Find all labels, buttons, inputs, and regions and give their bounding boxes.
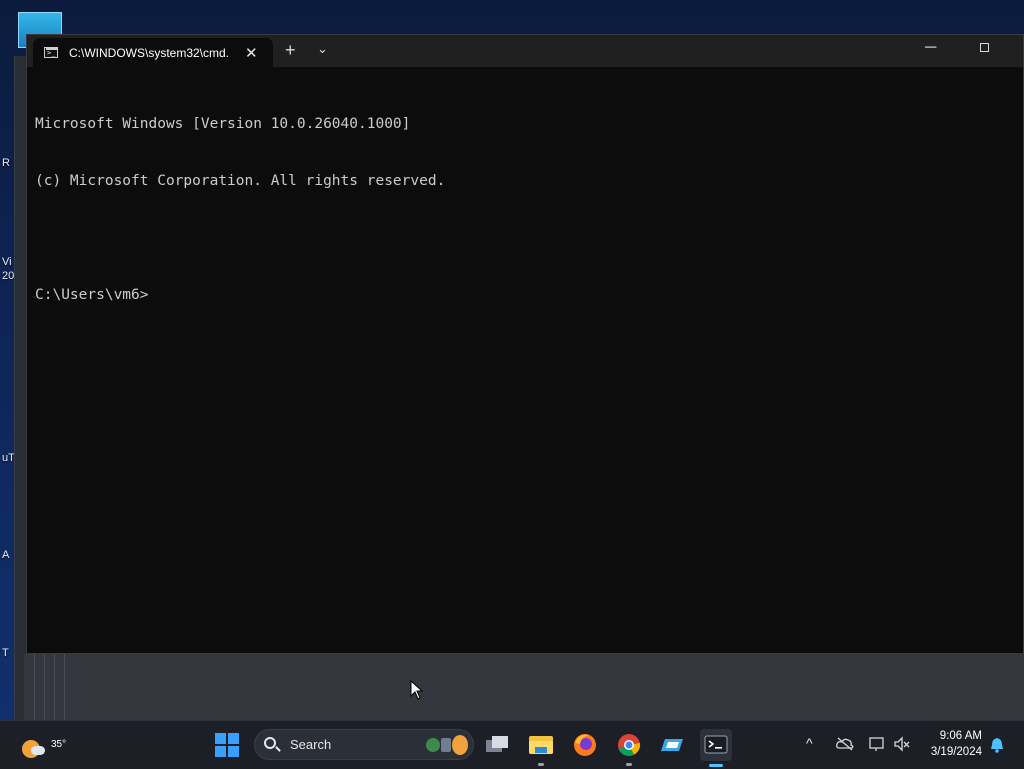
- windows-logo-icon: [215, 733, 226, 744]
- desktop-icon-label[interactable]: A: [2, 549, 9, 561]
- network-icon[interactable]: [868, 736, 886, 752]
- maximize-button[interactable]: [980, 43, 989, 52]
- clock[interactable]: 9:06 AM 3/19/2024: [920, 728, 982, 760]
- desktop-icon-label[interactable]: T: [2, 647, 9, 659]
- divider: [54, 654, 55, 720]
- terminal-window[interactable]: >_ C:\WINDOWS\system32\cmd. ✕ + ⌄ ─ Micr…: [26, 34, 1024, 654]
- start-button[interactable]: [215, 733, 239, 757]
- show-hidden-icons-chevron[interactable]: ^: [806, 735, 813, 751]
- command-prompt[interactable]: C:\Users\vm6>: [35, 286, 1015, 305]
- terminal-icon: [704, 735, 728, 754]
- cloud-icon: [31, 746, 45, 755]
- title-bar[interactable]: >_ C:\WINDOWS\system32\cmd. ✕ + ⌄ ─: [27, 35, 1023, 67]
- divider: [34, 654, 35, 720]
- notification-bell-icon[interactable]: [989, 737, 1005, 753]
- windows-logo-tile: [215, 746, 226, 757]
- console-output[interactable]: Microsoft Windows [Version 10.0.26040.10…: [35, 77, 1015, 647]
- running-indicator: [626, 763, 632, 766]
- file-explorer-button[interactable]: [525, 729, 557, 766]
- task-view-icon: [486, 736, 508, 752]
- running-indicator: [538, 763, 544, 766]
- active-indicator: [709, 764, 723, 767]
- desktop-icon-label[interactable]: 20: [2, 270, 14, 282]
- weather-temperature: 35°: [51, 739, 67, 750]
- console-line: Microsoft Windows [Version 10.0.26040.10…: [35, 116, 411, 132]
- mouse-cursor-icon: [410, 680, 424, 700]
- taskbar: 35° Search ^ 9:06 AM 3/19/2024: [0, 720, 1024, 769]
- weather-widget[interactable]: 35°: [20, 731, 66, 758]
- chevron-down-icon[interactable]: ⌄: [317, 41, 328, 57]
- firefox-button[interactable]: [569, 729, 601, 761]
- firefox-icon: [574, 734, 596, 756]
- tab-title: C:\WINDOWS\system32\cmd.: [69, 45, 230, 60]
- cmd-icon: >_: [44, 47, 58, 58]
- search-input[interactable]: Search: [254, 729, 474, 760]
- volume-muted-icon[interactable]: [893, 736, 911, 752]
- chrome-icon: [618, 734, 641, 756]
- search-icon: [264, 737, 276, 749]
- chrome-button[interactable]: [613, 729, 645, 766]
- clock-time: 9:06 AM: [939, 730, 982, 742]
- folder-icon: [529, 736, 553, 754]
- divider: [44, 654, 45, 720]
- background-window-panel: [24, 654, 1024, 720]
- onedrive-offline-icon[interactable]: [836, 737, 854, 751]
- clock-date: 3/19/2024: [930, 746, 982, 758]
- close-tab-icon[interactable]: ✕: [245, 44, 258, 62]
- app-button[interactable]: [657, 729, 689, 761]
- search-placeholder: Search: [290, 737, 332, 752]
- task-view-button[interactable]: [481, 729, 513, 761]
- new-tab-button[interactable]: +: [285, 40, 296, 61]
- minimize-button[interactable]: ─: [925, 39, 936, 57]
- app-icon: [661, 739, 683, 751]
- desktop-icon-label[interactable]: Vi: [2, 256, 12, 268]
- search-highlight-icon: [426, 735, 468, 755]
- desktop-icon-label[interactable]: uT: [2, 452, 15, 464]
- terminal-taskbar-button[interactable]: [700, 729, 732, 767]
- divider: [64, 654, 65, 720]
- tab-cmd[interactable]: >_ C:\WINDOWS\system32\cmd. ✕: [33, 38, 273, 67]
- windows-logo-tile: [228, 733, 239, 744]
- windows-logo-tile: [228, 746, 239, 757]
- console-line: (c) Microsoft Corporation. All rights re…: [35, 173, 446, 189]
- desktop-icon-label[interactable]: R: [2, 157, 10, 169]
